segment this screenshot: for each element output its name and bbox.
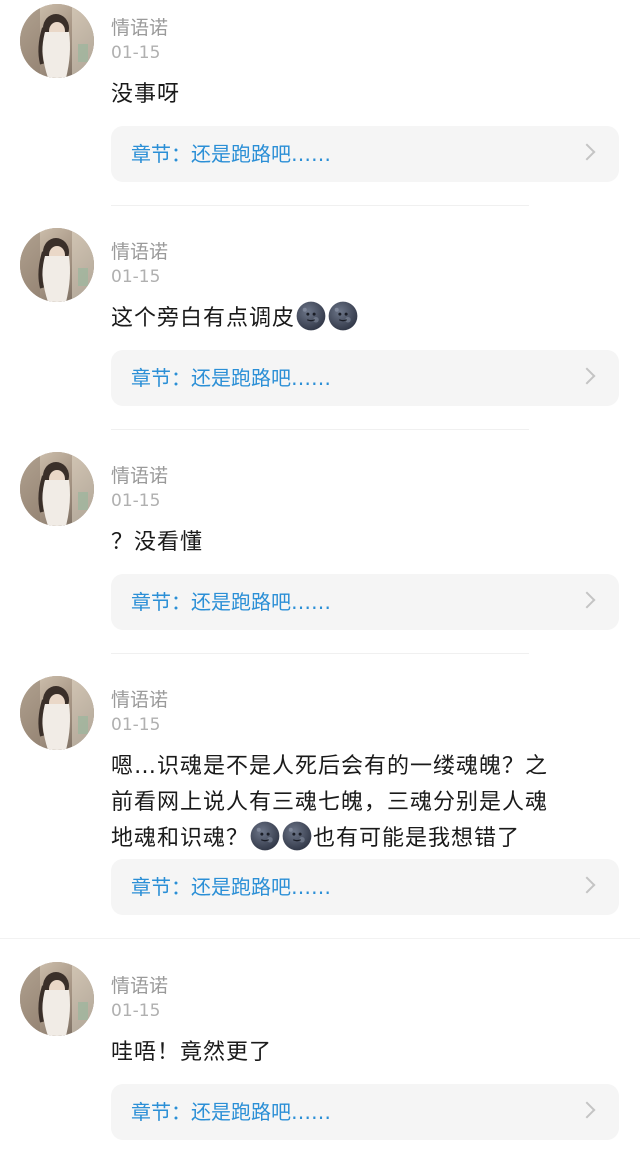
user-avatar[interactable]	[20, 962, 94, 1036]
comment-text: 这个旁白有点调皮	[111, 301, 611, 343]
comment-line: ？没看懂	[111, 530, 204, 555]
divider	[0, 938, 640, 939]
chapter-link[interactable]: 章节：还是跑路吧……	[111, 126, 619, 182]
chapter-link[interactable]: 章节：还是跑路吧……	[111, 350, 619, 406]
comment-item: 情语诺 01-15 哇唔！竟然更了 章节：还是跑路吧……	[0, 958, 640, 1160]
new-moon-face-icon	[250, 821, 280, 863]
username[interactable]: 情语诺	[111, 974, 168, 998]
divider	[111, 653, 529, 654]
chapter-label: 章节：还是跑路吧……	[131, 590, 331, 614]
user-avatar[interactable]	[20, 228, 94, 302]
comment-item: 情语诺 01-15 这个旁白有点调皮 章节：还是跑路吧……	[0, 224, 640, 430]
comment-text: 嗯…识魂是不是人死后会有的一缕魂魄？之 前看网上说人有三魂七魄，三魂分别是人魂 …	[111, 749, 611, 863]
chapter-label: 章节：还是跑路吧……	[131, 875, 331, 899]
comment-line: 前看网上说人有三魂七魄，三魂分别是人魂	[111, 790, 549, 815]
chapter-label: 章节：还是跑路吧……	[131, 1100, 331, 1124]
username[interactable]: 情语诺	[111, 464, 168, 488]
comment-line: 地魂和识魂？	[111, 826, 250, 851]
comment-line: 哇唔！竟然更了	[111, 1040, 273, 1065]
comment-date: 01-15	[111, 267, 161, 287]
chapter-link[interactable]: 章节：还是跑路吧……	[111, 859, 619, 915]
comment-line: 没事呀	[111, 82, 181, 107]
user-avatar[interactable]	[20, 676, 94, 750]
username[interactable]: 情语诺	[111, 688, 168, 712]
chevron-right-icon	[578, 876, 596, 894]
new-moon-face-icon	[282, 821, 312, 863]
divider	[111, 429, 529, 430]
chevron-right-icon	[578, 591, 596, 609]
username[interactable]: 情语诺	[111, 240, 168, 264]
user-avatar[interactable]	[20, 452, 94, 526]
comment-text: ？没看懂	[111, 525, 611, 561]
comment-feed: 情语诺 01-15 没事呀 章节：还是跑路吧…… 情语诺 01-15 这个旁白有…	[0, 0, 640, 1160]
comment-item: 情语诺 01-15 嗯…识魂是不是人死后会有的一缕魂魄？之 前看网上说人有三魂七…	[0, 672, 640, 940]
comment-date: 01-15	[111, 715, 161, 735]
comment-item: 情语诺 01-15 没事呀 章节：还是跑路吧……	[0, 0, 640, 206]
chevron-right-icon	[578, 1101, 596, 1119]
comment-date: 01-15	[111, 43, 161, 63]
chapter-label: 章节：还是跑路吧……	[131, 142, 331, 166]
comment-text: 哇唔！竟然更了	[111, 1035, 611, 1071]
comment-line: 嗯…识魂是不是人死后会有的一缕魂魄？之	[111, 754, 549, 779]
comment-line: 也有可能是我想错了	[313, 826, 521, 851]
chevron-right-icon	[578, 143, 596, 161]
comment-text: 没事呀	[111, 77, 611, 113]
comment-line-with-emoji: 地魂和识魂？ 也有可能是我想错了	[111, 821, 611, 863]
chevron-right-icon	[578, 367, 596, 385]
new-moon-face-icon	[328, 301, 358, 343]
comment-date: 01-15	[111, 1001, 161, 1021]
chapter-link[interactable]: 章节：还是跑路吧……	[111, 574, 619, 630]
comment-item: 情语诺 01-15 ？没看懂 章节：还是跑路吧……	[0, 448, 640, 654]
comment-date: 01-15	[111, 491, 161, 511]
user-avatar[interactable]	[20, 4, 94, 78]
chapter-link[interactable]: 章节：还是跑路吧……	[111, 1084, 619, 1140]
username[interactable]: 情语诺	[111, 16, 168, 40]
divider	[111, 205, 529, 206]
new-moon-face-icon	[296, 301, 326, 343]
chapter-label: 章节：还是跑路吧……	[131, 366, 331, 390]
comment-line: 这个旁白有点调皮	[111, 306, 296, 331]
